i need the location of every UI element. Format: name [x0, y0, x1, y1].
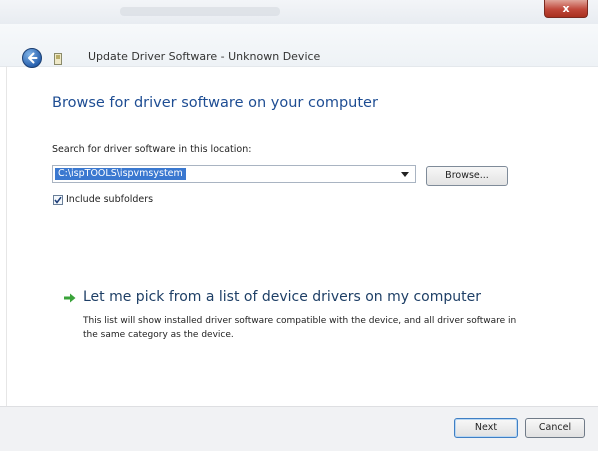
browse-button-label: Browse...: [445, 170, 489, 181]
title-bar-blur: [120, 7, 280, 16]
page-heading: Browse for driver software on your compu…: [52, 95, 378, 111]
browse-button[interactable]: Browse...: [426, 166, 508, 186]
title-bar: x: [0, 0, 598, 24]
cancel-button-label: Cancel: [538, 422, 572, 433]
pick-driver-link[interactable]: Let me pick from a list of device driver…: [83, 289, 481, 305]
back-arrow-icon: [28, 52, 38, 64]
update-driver-dialog: x Update Driver Software - Unknown Devic…: [0, 0, 598, 451]
dialog-title: Update Driver Software - Unknown Device: [88, 50, 321, 63]
path-input-value[interactable]: C:\ispTOOLS\ispvmsystem: [55, 168, 186, 180]
content-divider: [6, 66, 7, 406]
next-button-label: Next: [474, 422, 498, 433]
cancel-button[interactable]: Cancel: [525, 418, 585, 438]
chevron-down-icon[interactable]: [401, 172, 409, 177]
back-button[interactable]: [22, 48, 42, 68]
green-arrow-icon: [64, 293, 76, 303]
path-combobox[interactable]: C:\ispTOOLS\ispvmsystem: [52, 165, 416, 183]
device-icon: [54, 53, 62, 65]
checkmark-icon: [54, 196, 62, 204]
include-subfolders-label[interactable]: Include subfolders: [66, 194, 153, 205]
include-subfolders-checkbox[interactable]: [53, 195, 63, 205]
search-location-label: Search for driver software in this locat…: [52, 144, 252, 155]
close-button[interactable]: x: [544, 0, 588, 18]
pick-driver-description: This list will show installed driver sof…: [83, 316, 517, 340]
next-button[interactable]: Next: [454, 418, 518, 438]
